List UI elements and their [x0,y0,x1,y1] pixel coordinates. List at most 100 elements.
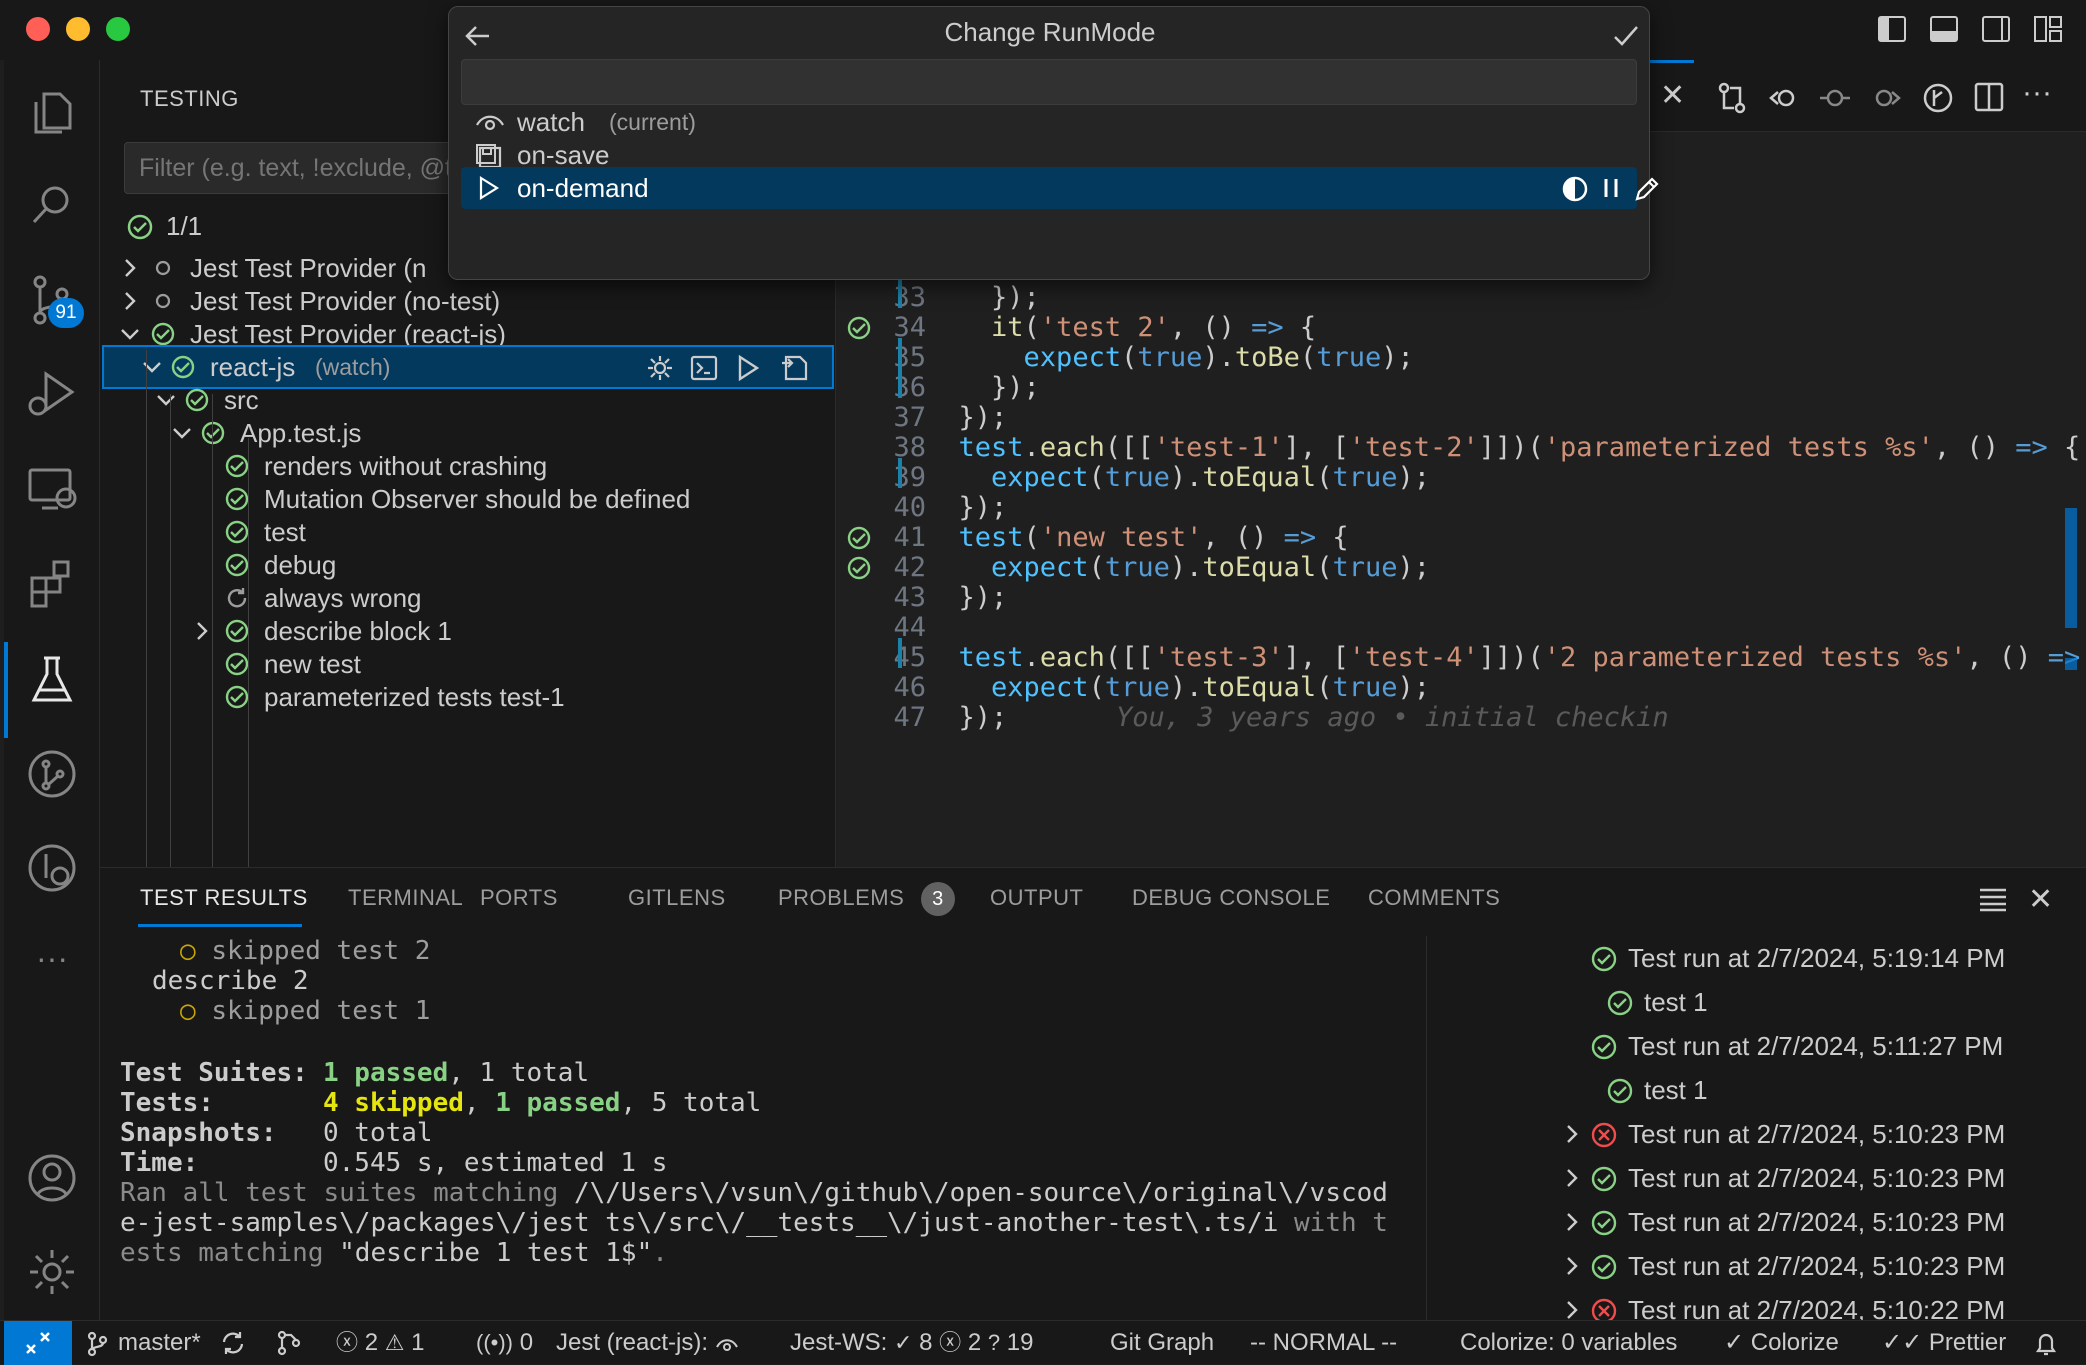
close-tab-icon[interactable]: ✕ [1660,81,1685,111]
chevron-right-icon[interactable] [1560,1166,1584,1190]
toggle-panel-icon[interactable] [1930,16,1958,42]
half-circle-icon[interactable] [1561,175,1589,203]
panel-tab-debug-console[interactable]: DEBUG CONSOLE [1132,868,1330,928]
test-status-icon [170,354,196,380]
panel-tab-bar: TEST RESULTS TERMINAL PORTS GITLENS PROBLEMS… [100,868,2086,928]
run-label: Test run at 2/7/2024, 5:10:22 PM [1628,1295,2006,1321]
quickpick-input-field[interactable] [462,60,1636,104]
test-status-icon [224,618,250,644]
test-status-icon [224,684,250,710]
previous-change-icon[interactable] [1766,82,1800,114]
git-graph-button[interactable]: Git Graph [1110,1321,1214,1365]
run-and-debug-icon[interactable] [24,366,80,422]
colorize-button[interactable]: ✓ Colorize [1724,1321,1839,1365]
problems-badge: 3 [920,882,955,916]
code-text: }); [926,702,1008,733]
pause-icon[interactable] [1599,176,1623,200]
panel-tab-problems[interactable]: PROBLEMS 3 [778,868,955,928]
panel-tab-gitlens[interactable]: GITLENS [628,868,726,928]
scrollbar-marker [2065,658,2077,670]
chevron-right-icon[interactable] [1560,1122,1584,1146]
next-change-icon[interactable] [1870,82,1904,114]
test-tree-item[interactable]: parameterized tests test-1 [100,675,836,719]
tests-summary: Tests: 4 skipped, 1 passed, 5 total [120,1088,762,1118]
gitlens-inspect-icon[interactable] [24,840,80,896]
extensions-icon[interactable] [24,554,80,610]
more-icon[interactable]: ··· [24,930,80,986]
panel-tab-comments[interactable]: COMMENTS [1368,868,1500,928]
remote-explorer-icon[interactable] [24,460,80,516]
git-compare-icon[interactable] [276,1321,302,1365]
remote-indicator[interactable] [4,1321,72,1365]
testing-icon[interactable] [24,652,80,708]
run-status-icon [1590,1121,1618,1149]
prettier-button[interactable]: ✓✓ Prettier [1882,1321,2006,1365]
runmode-option-on-demand[interactable]: on-demand [461,167,1659,209]
problems-status[interactable]: ⓧ 2 ⚠ 1 [336,1321,424,1365]
chevron-right-icon[interactable] [190,619,214,643]
chevron-right-icon[interactable] [118,256,142,280]
chevron-down-icon[interactable] [118,322,142,346]
test-item-label: parameterized tests test-1 [264,682,565,712]
tab-label: PROBLEMS [778,885,905,910]
run-label: Test run at 2/7/2024, 5:11:27 PM [1628,1031,2004,1061]
gitlens-icon[interactable] [24,746,80,802]
chevron-right-icon[interactable] [1560,1254,1584,1278]
run-label: test 1 [1644,1075,1708,1105]
source-control-icon[interactable]: 91 [24,272,84,328]
jest-status[interactable]: Jest (react-js): [556,1321,739,1365]
gitlens-blame-icon[interactable] [1922,82,1954,114]
panel-tab-output[interactable]: OUTPUT [990,868,1083,928]
output-line: ○ skipped test 1 [180,996,431,1026]
commit-icon[interactable] [1818,82,1852,114]
explorer-icon[interactable] [24,84,80,140]
run-status-icon [1590,1033,1618,1061]
run-status-icon [1606,989,1634,1017]
confirm-check-icon[interactable] [1611,21,1641,51]
customize-layout-icon[interactable] [2034,16,2062,42]
chevron-down-icon[interactable] [140,355,164,379]
more-actions-icon[interactable]: ··· [2022,76,2052,110]
search-icon[interactable] [24,178,80,234]
activity-bar: 91 ··· [4,60,100,1320]
chevron-down-icon[interactable] [170,421,194,445]
open-changes-icon[interactable] [1716,82,1748,114]
close-panel-icon[interactable]: ✕ [2028,882,2053,917]
view-as-list-icon[interactable] [1978,886,2008,912]
panel-tab-test-results[interactable]: TEST RESULTS [140,868,308,928]
notifications-bell-icon[interactable] [2034,1321,2058,1365]
close-window-button[interactable] [26,17,50,41]
ports-status[interactable]: ((•)) 0 [476,1321,533,1365]
eye-icon [715,1339,738,1351]
chevron-right-icon[interactable] [118,289,142,313]
scm-badge: 91 [48,298,84,328]
jest-ws-status[interactable]: Jest-WS: ✓ 8 ⓧ 2 ? 19 [790,1321,1034,1365]
code-area[interactable]: 33 }); 34 it('test 2', () => {35 expect(t… [836,278,2086,867]
test-output[interactable]: ○ skipped test 2 describe 2 ○ skipped te… [100,936,1426,1316]
chevron-right-icon[interactable] [1560,1298,1584,1321]
minimize-window-button[interactable] [66,17,90,41]
colorize-variables[interactable]: Colorize: 0 variables [1460,1321,1677,1365]
quickpick-title: Change RunMode [944,17,1156,47]
chevron-down-icon[interactable] [154,388,178,412]
sync-icon[interactable] [220,1321,246,1365]
pass-icon [127,214,153,240]
manage-gear-icon[interactable] [24,1244,80,1300]
active-tab-underline [138,924,302,927]
panel-tab-ports[interactable]: PORTS [480,868,558,928]
edit-pencil-icon[interactable] [1633,175,1661,203]
maximize-window-button[interactable] [106,17,130,41]
tab-label: COMMENTS [1368,885,1501,910]
eye-icon [476,115,504,131]
toggle-secondary-sidebar-icon[interactable] [1982,16,2010,42]
split-editor-icon[interactable] [1974,82,2004,112]
suites-summary: Test Suites: 1 passed, 1 total [120,1058,590,1088]
chevron-right-icon[interactable] [1560,1210,1584,1234]
ran-line: Ran all test suites matching /\/Users\/v… [120,1178,1388,1208]
quickpick-input[interactable] [461,59,1637,105]
toggle-primary-sidebar-icon[interactable] [1878,16,1906,42]
accounts-icon[interactable] [24,1150,80,1206]
test-status-icon [150,255,176,281]
panel-tab-terminal[interactable]: TERMINAL [348,868,463,928]
branch-status[interactable]: master* [86,1321,201,1365]
